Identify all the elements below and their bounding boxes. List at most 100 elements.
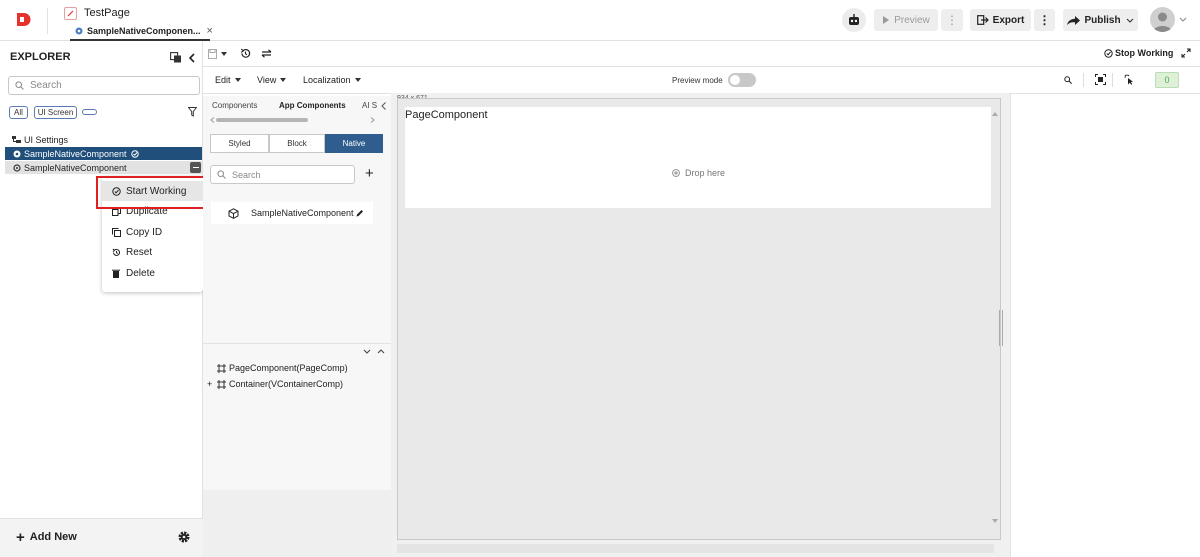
- expand-icon[interactable]: [1181, 48, 1191, 58]
- component-item-label: SampleNativeComponent: [251, 208, 354, 218]
- tree-label: UI Settings: [24, 134, 69, 145]
- tree-item-container[interactable]: + Container(VContainerComp): [207, 379, 343, 389]
- segment-block[interactable]: Block: [269, 134, 325, 153]
- add-new-label: Add New: [29, 531, 77, 543]
- minus-icon: [192, 166, 199, 169]
- menu-localization[interactable]: Localization: [303, 75, 361, 85]
- filter-icon[interactable]: [188, 107, 197, 117]
- top-bar: TestPage SampleNativeComponen... × Previ…: [0, 0, 1200, 41]
- tab-close-icon[interactable]: ×: [207, 25, 213, 37]
- save-icon[interactable]: [208, 49, 217, 59]
- copy-icon: [111, 227, 121, 237]
- preview-mode-toggle[interactable]: [728, 73, 756, 87]
- segment-native[interactable]: Native: [325, 134, 383, 153]
- caret-down-icon: [280, 78, 287, 82]
- explorer-search-input[interactable]: Search: [8, 76, 200, 95]
- export-more-button[interactable]: ⋮: [1034, 9, 1055, 31]
- resize-handle[interactable]: [999, 310, 1003, 346]
- history-icon[interactable]: [240, 48, 251, 59]
- tree-item-ui-settings[interactable]: UI Settings: [4, 133, 202, 146]
- share-icon: [1067, 15, 1081, 25]
- components-search-input[interactable]: Search: [210, 165, 355, 184]
- zoom-search-icon[interactable]: [1064, 76, 1072, 84]
- chevron-left-icon[interactable]: [381, 102, 386, 110]
- cursor-click-icon[interactable]: [1124, 74, 1135, 85]
- swap-icon[interactable]: [261, 49, 272, 58]
- edit-check-icon: [1104, 48, 1113, 58]
- preview-label: Preview: [894, 14, 930, 26]
- chevron-down-icon[interactable]: [363, 349, 371, 354]
- segment-styled[interactable]: Styled: [210, 134, 269, 153]
- component-icon: [13, 150, 21, 157]
- tree-label: SampleNativeComponent: [24, 148, 127, 159]
- tree-item-sample-native-selected[interactable]: SampleNativeComponent: [5, 147, 202, 160]
- stop-working-button[interactable]: Stop Working: [1104, 48, 1173, 58]
- robot-icon: [849, 14, 859, 25]
- search-placeholder: Search: [30, 80, 62, 91]
- publish-button[interactable]: Publish: [1063, 9, 1138, 31]
- app-logo-icon[interactable]: [15, 11, 31, 28]
- qr-scan-icon[interactable]: [1095, 74, 1106, 85]
- page-component[interactable]: PageComponent Drop here: [405, 107, 991, 208]
- avatar[interactable]: [1150, 7, 1175, 32]
- preview-more-button[interactable]: ⋮: [941, 9, 963, 31]
- settings-gear-icon[interactable]: [177, 530, 191, 544]
- component-item[interactable]: SampleNativeComponent: [211, 202, 373, 224]
- properties-panel: [1010, 94, 1200, 557]
- pencil-icon[interactable]: [356, 209, 364, 217]
- edit-check-icon: [130, 149, 139, 158]
- tab-components[interactable]: Components: [212, 101, 257, 110]
- tab-ai[interactable]: AI S: [362, 101, 377, 110]
- tree-item-page-component[interactable]: PageComponent(PageComp): [217, 363, 348, 373]
- trash-icon: [111, 269, 121, 278]
- avatar-chevron-icon[interactable]: [1179, 17, 1187, 22]
- filter-chip-ui-screen[interactable]: UI Screen: [34, 106, 77, 119]
- divider: [1112, 73, 1113, 87]
- chevron-up-icon[interactable]: [377, 349, 385, 354]
- segmented-control: Styled Block Native: [210, 134, 383, 153]
- menu-item-copy-id[interactable]: Copy ID: [102, 222, 203, 242]
- editor-toolbar: Stop Working: [203, 41, 1200, 67]
- divider: [1083, 73, 1084, 87]
- components-panel: Components App Components AI S Styled Bl…: [203, 96, 391, 490]
- gear-icon: [13, 163, 21, 172]
- caret-down-icon: [354, 78, 361, 82]
- add-new-button[interactable]: + Add New: [16, 530, 77, 545]
- copy-layers-icon[interactable]: [170, 52, 182, 63]
- menu-label: Localization: [303, 75, 351, 85]
- tab-app-components[interactable]: App Components: [279, 101, 346, 110]
- caret-down-icon[interactable]: [221, 52, 227, 56]
- ai-assistant-button[interactable]: [842, 8, 866, 32]
- chevron-down-icon: [1126, 18, 1133, 23]
- filter-chip-all[interactable]: All: [9, 106, 28, 119]
- menu-item-label: Delete: [126, 267, 155, 279]
- menu-view[interactable]: View: [257, 75, 287, 85]
- tab-sample-native-component[interactable]: SampleNativeComponen... ×: [70, 22, 213, 41]
- issues-count-badge[interactable]: 0: [1155, 72, 1179, 88]
- filter-chip-more[interactable]: [82, 109, 97, 115]
- menu-label: View: [257, 75, 277, 85]
- menu-label: Edit: [215, 75, 231, 85]
- divider: [203, 343, 391, 344]
- publish-label: Publish: [1084, 14, 1121, 26]
- preview-mode-label: Preview mode: [672, 76, 723, 85]
- export-button[interactable]: Export: [970, 9, 1031, 31]
- panel-footer: [203, 490, 391, 557]
- menu-edit[interactable]: Edit: [215, 75, 241, 85]
- collapse-panel-icon[interactable]: [188, 53, 195, 63]
- preview-button[interactable]: Preview: [874, 9, 938, 31]
- caret-down-icon: [234, 78, 241, 82]
- menu-item-reset[interactable]: Reset: [102, 242, 203, 263]
- tabs-scrollbar[interactable]: [210, 117, 379, 123]
- add-component-button[interactable]: +: [365, 166, 374, 181]
- stop-working-label: Stop Working: [1115, 48, 1174, 58]
- settings-tree-icon: [12, 135, 21, 143]
- drop-zone[interactable]: Drop here: [672, 168, 725, 178]
- expand-icon[interactable]: +: [207, 379, 217, 389]
- tree-item-sample-native-hover[interactable]: SampleNativeComponent: [5, 161, 202, 174]
- page-icon: [64, 7, 77, 20]
- more-options-button[interactable]: [190, 162, 201, 173]
- canvas-horizontal-scrollbar[interactable]: [397, 544, 994, 553]
- tree-label: SampleNativeComponent: [24, 162, 127, 173]
- menu-item-delete[interactable]: Delete: [102, 263, 203, 283]
